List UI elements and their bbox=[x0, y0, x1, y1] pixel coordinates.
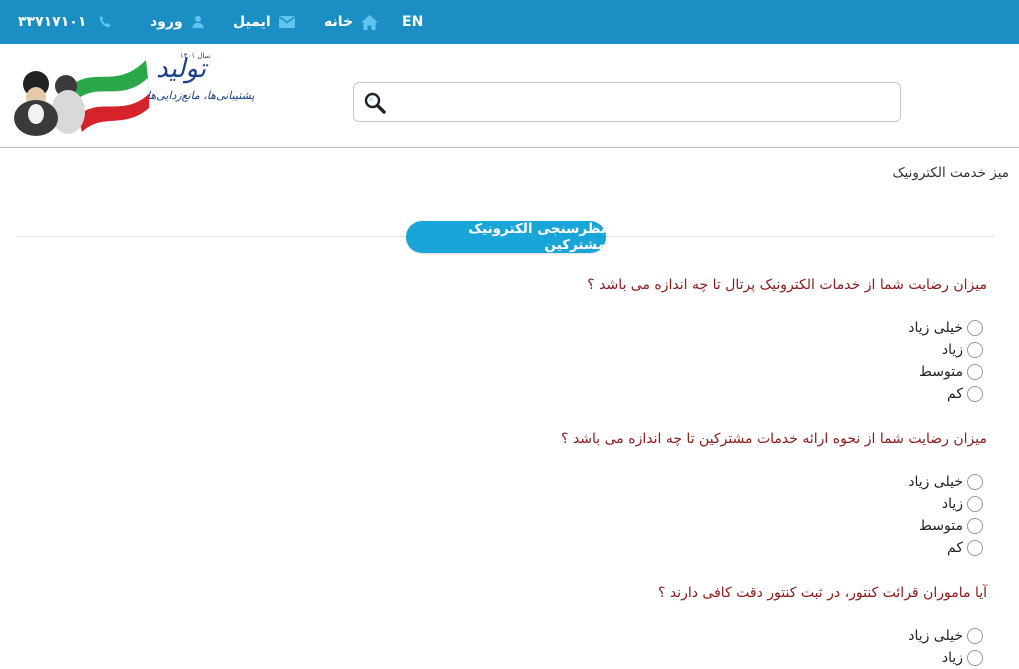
option-label: متوسط bbox=[919, 364, 963, 380]
logo-subtitle: پشتیبانی‌ها، مانع‌زدایی‌ها bbox=[147, 89, 255, 102]
q1-option-medium[interactable]: متوسط bbox=[919, 361, 983, 383]
phone-number: ۳۳۷۱۷۱۰۱ bbox=[18, 14, 87, 30]
option-label: زیاد bbox=[941, 496, 963, 512]
language-switch[interactable]: EN bbox=[402, 0, 423, 44]
home-label: خانه bbox=[324, 14, 354, 30]
option-label: زیاد bbox=[941, 650, 963, 666]
logo-year: سال ۱۴۰۱ bbox=[180, 52, 211, 60]
home-icon bbox=[361, 14, 379, 30]
option-label: خیلی زیاد bbox=[908, 628, 963, 644]
user-icon bbox=[191, 15, 205, 29]
radio-button[interactable] bbox=[967, 540, 983, 556]
search-box bbox=[353, 82, 901, 123]
option-label: خیلی زیاد bbox=[908, 474, 963, 490]
question-1: میزان رضایت شما از خدمات الکترونیک پرتال… bbox=[587, 277, 987, 293]
radio-button[interactable] bbox=[967, 628, 983, 644]
top-bar: ۳۳۷۱۷۱۰۱ ورود ایمیل خانه EN bbox=[0, 0, 1019, 44]
q2-option-very-high[interactable]: خیلی زیاد bbox=[908, 471, 983, 493]
phone-icon bbox=[98, 15, 112, 29]
phone-contact[interactable]: ۳۳۷۱۷۱۰۱ bbox=[18, 0, 112, 44]
login-link[interactable]: ورود bbox=[150, 0, 205, 44]
envelope-icon bbox=[278, 16, 295, 28]
banner-logo[interactable]: تولید سال ۱۴۰۱ پشتیبانی‌ها، مانع‌زدایی‌ه… bbox=[6, 52, 254, 136]
q1-option-low[interactable]: کم bbox=[947, 383, 983, 405]
search-icon[interactable] bbox=[364, 92, 386, 118]
radio-button[interactable] bbox=[967, 342, 983, 358]
email-label: ایمیل bbox=[233, 14, 271, 30]
section-title: نظرسنجی الکترونیک مشترکین bbox=[406, 221, 606, 253]
q3-option-high[interactable]: زیاد bbox=[942, 647, 983, 669]
option-label: خیلی زیاد bbox=[908, 320, 963, 336]
login-label: ورود bbox=[150, 14, 183, 30]
q1-option-high[interactable]: زیاد bbox=[942, 339, 983, 361]
email-link[interactable]: ایمیل bbox=[233, 0, 295, 44]
site-header: تولید سال ۱۴۰۱ پشتیبانی‌ها، مانع‌زدایی‌ه… bbox=[0, 44, 1019, 148]
option-label: زیاد bbox=[941, 342, 963, 358]
q1-option-very-high[interactable]: خیلی زیاد bbox=[908, 317, 983, 339]
radio-button[interactable] bbox=[967, 386, 983, 402]
radio-button[interactable] bbox=[967, 496, 983, 512]
search-input[interactable] bbox=[394, 83, 894, 123]
question-3: آیا ماموران قرائت کنتور، در ثبت کنتور دق… bbox=[657, 585, 987, 601]
main-content: میز خدمت الکترونیک نظرسنجی الکترونیک مشت… bbox=[0, 148, 1019, 666]
option-label: کم bbox=[947, 540, 963, 556]
radio-button[interactable] bbox=[967, 518, 983, 534]
q2-option-medium[interactable]: متوسط bbox=[919, 515, 983, 537]
question-2: میزان رضایت شما از نحوه ارائه خدمات مشتر… bbox=[561, 431, 987, 447]
radio-button[interactable] bbox=[967, 474, 983, 490]
option-label: متوسط bbox=[919, 518, 963, 534]
radio-button[interactable] bbox=[967, 364, 983, 380]
q3-option-very-high[interactable]: خیلی زیاد bbox=[908, 625, 983, 647]
option-label: کم bbox=[947, 386, 963, 402]
language-label: EN bbox=[402, 14, 424, 30]
q2-option-low[interactable]: کم bbox=[947, 537, 983, 559]
q2-option-high[interactable]: زیاد bbox=[942, 493, 983, 515]
home-link[interactable]: خانه bbox=[324, 0, 379, 44]
radio-button[interactable] bbox=[967, 650, 983, 666]
breadcrumb: میز خدمت الکترونیک bbox=[892, 165, 1009, 181]
radio-button[interactable] bbox=[967, 320, 983, 336]
